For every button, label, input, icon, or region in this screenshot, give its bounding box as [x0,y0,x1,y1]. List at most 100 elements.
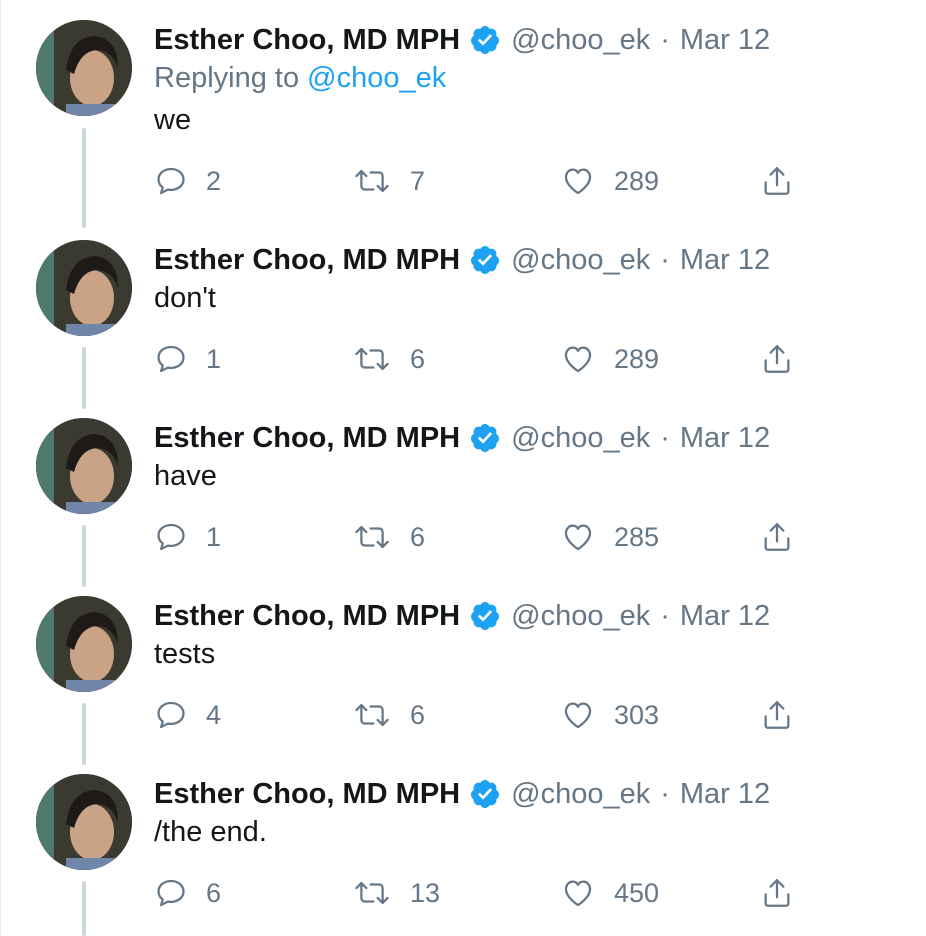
reply-count: 1 [206,343,222,374]
tweet-text: we [154,104,192,136]
separator: · [660,23,670,56]
tweet[interactable]: Esther Choo, MD MPH @choo_ek · Mar 12 /t… [0,754,926,936]
heart-icon [560,520,596,554]
separator: · [660,777,670,810]
reply-button[interactable]: 2 [154,161,221,201]
reply-icon [154,698,188,732]
reply-button[interactable]: 1 [154,339,221,379]
retweet-button[interactable]: 13 [352,873,440,913]
share-button[interactable] [760,161,794,201]
author-handle[interactable]: @choo_ek [511,600,650,633]
like-button[interactable]: 450 [560,873,659,913]
tweet-date[interactable]: Mar 12 [680,244,770,277]
retweet-count: 6 [410,343,426,374]
author-name[interactable]: Esther Choo, MD MPH [154,244,460,277]
like-button[interactable]: 285 [560,517,659,557]
author-handle[interactable]: @choo_ek [511,24,650,57]
separator: · [660,243,670,276]
share-icon [760,519,794,555]
author-handle[interactable]: @choo_ek [511,422,650,455]
like-button[interactable]: 289 [560,161,659,201]
author-name[interactable]: Esther Choo, MD MPH [154,600,460,633]
tweet-date[interactable]: Mar 12 [680,778,770,811]
author-name[interactable]: Esther Choo, MD MPH [154,422,460,455]
tweet-actions: 4 6 303 [154,695,814,735]
reply-count: 4 [206,699,222,730]
retweet-button[interactable]: 6 [352,517,425,557]
share-button[interactable] [760,695,794,735]
retweet-button[interactable]: 6 [352,695,425,735]
replying-mention-link[interactable]: @choo_ek [307,62,446,94]
retweet-button[interactable]: 7 [352,161,425,201]
author-handle[interactable]: @choo_ek [511,778,650,811]
retweet-icon [352,876,392,910]
share-button[interactable] [760,339,794,379]
retweet-count: 13 [410,877,441,908]
share-icon [760,875,794,911]
reply-count: 2 [206,165,222,196]
like-button[interactable]: 303 [560,695,659,735]
reply-icon [154,164,188,198]
avatar[interactable] [36,240,132,336]
share-button[interactable] [760,873,794,913]
separator: · [660,599,670,632]
author-handle[interactable]: @choo_ek [511,244,650,277]
tweet[interactable]: Esther Choo, MD MPH @choo_ek · Mar 12 do… [0,220,926,398]
tweet[interactable]: Esther Choo, MD MPH @choo_ek · Mar 12 te… [0,576,926,754]
tweet-header: Esther Choo, MD MPH @choo_ek · Mar 12 [154,772,770,816]
replying-to: Replying to @choo_ek [154,62,446,95]
tweet-header: Esther Choo, MD MPH @choo_ek · Mar 12 [154,416,770,460]
tweet-text: /the end. [154,816,267,848]
retweet-icon [352,520,392,554]
reply-icon [154,342,188,376]
tweet[interactable]: Esther Choo, MD MPH @choo_ek · Mar 12 Re… [0,0,926,220]
reply-button[interactable]: 6 [154,873,221,913]
reply-count: 1 [206,521,222,552]
tweet-text: tests [154,638,216,670]
reply-button[interactable]: 4 [154,695,221,735]
tweet-date[interactable]: Mar 12 [680,24,770,57]
tweet-date[interactable]: Mar 12 [680,600,770,633]
like-count: 303 [614,699,660,730]
verified-badge-icon [469,600,501,632]
heart-icon [560,698,596,732]
share-icon [760,341,794,377]
heart-icon [560,876,596,910]
retweet-count: 6 [410,521,426,552]
retweet-count: 7 [410,165,426,196]
verified-badge-icon [469,244,501,276]
share-button[interactable] [760,517,794,557]
separator: · [660,421,670,454]
tweet[interactable]: Esther Choo, MD MPH @choo_ek · Mar 12 ha… [0,398,926,576]
tweet-header: Esther Choo, MD MPH @choo_ek · Mar 12 [154,238,770,282]
like-count: 285 [614,521,660,552]
avatar[interactable] [36,20,132,116]
tweet-date[interactable]: Mar 12 [680,422,770,455]
like-count: 289 [614,343,660,374]
author-name[interactable]: Esther Choo, MD MPH [154,778,460,811]
avatar[interactable] [36,774,132,870]
reply-count: 6 [206,877,222,908]
retweet-icon [352,164,392,198]
like-count: 289 [614,165,660,196]
retweet-button[interactable]: 6 [352,339,425,379]
verified-badge-icon [469,778,501,810]
verified-badge-icon [469,24,501,56]
like-count: 450 [614,877,660,908]
reply-icon [154,876,188,910]
tweet-text: have [154,460,217,492]
heart-icon [560,342,596,376]
avatar[interactable] [36,418,132,514]
retweet-count: 6 [410,699,426,730]
avatar[interactable] [36,596,132,692]
reply-icon [154,520,188,554]
replying-prefix: Replying to [154,62,308,94]
share-icon [760,163,794,199]
like-button[interactable]: 289 [560,339,659,379]
author-name[interactable]: Esther Choo, MD MPH [154,24,460,57]
tweet-actions: 2 7 289 [154,161,814,201]
tweet-header: Esther Choo, MD MPH @choo_ek · Mar 12 [154,18,770,62]
reply-button[interactable]: 1 [154,517,221,557]
verified-badge-icon [469,422,501,454]
share-icon [760,697,794,733]
